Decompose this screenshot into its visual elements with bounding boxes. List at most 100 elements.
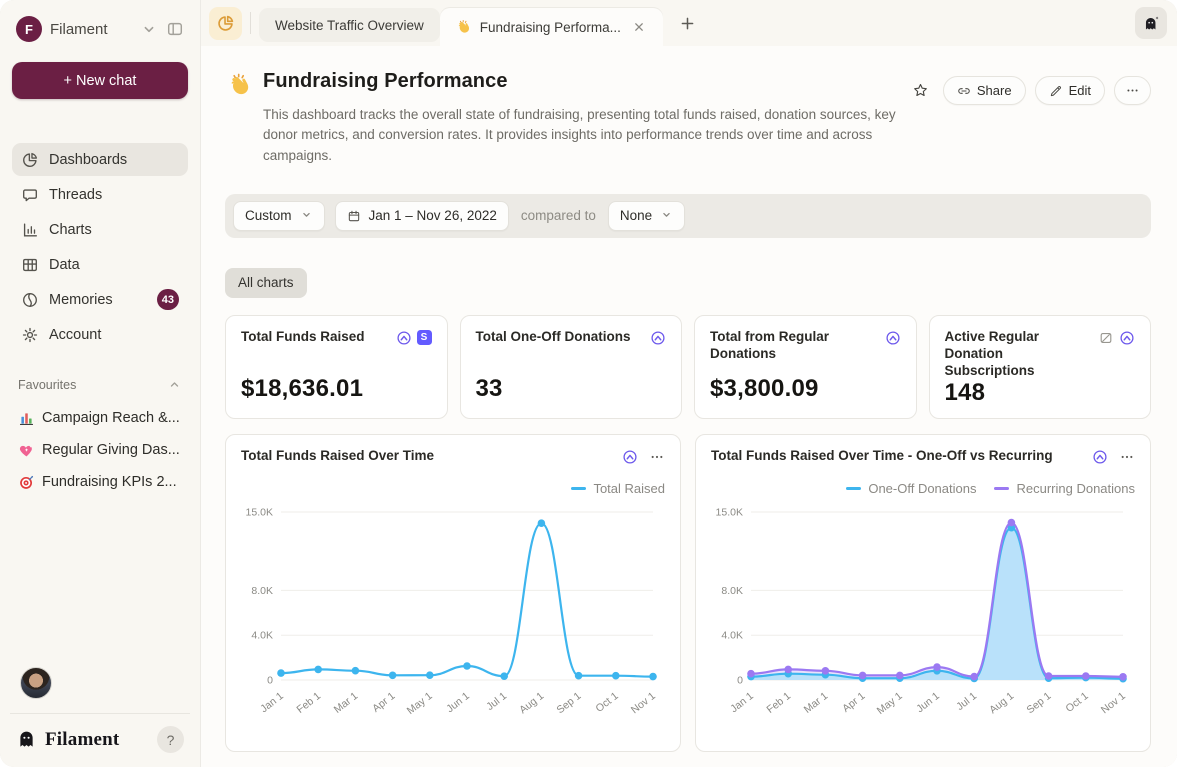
legend-label: Recurring Donations [1016,481,1135,496]
svg-text:May 1: May 1 [405,690,435,717]
kpi-card-head: Total One-Off Donations [476,329,667,346]
favourite-item-1[interactable]: Regular Giving Das... [12,436,188,464]
chart-title: Total Funds Raised Over Time - One-Off v… [711,448,1086,465]
sidebar-divider [10,713,190,714]
memories-count-badge: 43 [157,289,179,310]
edit-button[interactable]: Edit [1035,76,1105,105]
help-button[interactable]: ? [157,726,184,753]
clap-emoji-icon [227,72,253,98]
kpi-value: 33 [476,375,667,405]
all-charts-filter-chip[interactable]: All charts [225,268,307,298]
workspace-switcher[interactable]: F Filament [12,16,188,42]
kpi-card-3[interactable]: Active Regular Donation Subscriptions148 [929,315,1152,419]
brand-footer: Filament ? [12,726,188,753]
chevron-up-icon[interactable] [167,377,182,392]
svg-text:Sep 1: Sep 1 [1024,690,1053,716]
favourite-item-label: Regular Giving Das... [42,442,180,458]
dashboards-home-button[interactable] [209,7,242,40]
sidebar-toggle-icon[interactable] [166,20,184,38]
svg-text:Aug 1: Aug 1 [987,690,1016,716]
chart-more-button[interactable] [1119,449,1135,465]
sidebar-item-data[interactable]: Data [12,248,188,281]
new-chat-button[interactable]: + New chat [12,62,188,99]
svg-text:Sep 1: Sep 1 [554,690,583,716]
kpi-card-head: Total from Regular Donations [710,329,901,363]
svg-text:Nov 1: Nov 1 [629,690,658,716]
kpi-title: Total One-Off Donations [476,329,645,346]
new-tab-button[interactable] [673,8,703,38]
range-type-value: Custom [245,208,292,223]
chart-card-head: Total Funds Raised Over Time [241,448,665,465]
more-options-button[interactable] [1114,76,1151,105]
star-favourite-button[interactable] [908,78,934,104]
date-range-picker[interactable]: Jan 1 – Nov 26, 2022 [335,201,509,231]
chart-card-actions [622,449,665,465]
svg-text:8.0K: 8.0K [721,585,743,597]
ghost-logo-icon [16,729,37,750]
calendar-icon [347,209,361,223]
svg-text:Apr 1: Apr 1 [370,690,397,715]
source-circle-icon [1119,330,1135,346]
area-chart-canvas: 04.0K8.0K15.0KJan 1Feb 1Mar 1Apr 1May 1J… [711,500,1135,732]
sidebar-item-label: Dashboards [49,152,179,168]
clap-emoji-icon [456,19,472,35]
tab-label: Website Traffic Overview [275,18,424,33]
sidebar-item-label: Memories [49,292,147,308]
tab-bar: Website Traffic Overview Fundraising Perf… [201,0,1177,46]
dashboard-content: Fundraising Performance This dashboard t… [201,46,1177,767]
kpi-card-2[interactable]: Total from Regular Donations $3,800.09 [694,315,917,419]
tab-1[interactable]: Fundraising Performa... [440,8,663,46]
sidebar-item-dashboards[interactable]: Dashboards [12,143,188,176]
favourite-item-2[interactable]: Fundraising KPIs 2... [12,468,188,496]
kpi-card-0[interactable]: Total Funds RaisedS $18,636.01 [225,315,448,419]
chat-icon [21,186,39,204]
tab-label: Fundraising Performa... [480,20,621,35]
chart-card-1: Total Funds Raised Over Time - One-Off v… [695,434,1151,752]
sidebar-item-label: Account [49,327,179,343]
assistant-ghost-button[interactable] [1135,7,1167,39]
chart-legend: Total Raised [241,481,665,496]
svg-text:Jun 1: Jun 1 [914,690,942,715]
source-circle-icon [650,330,666,346]
kpi-title: Total from Regular Donations [710,329,879,363]
kpi-card-1[interactable]: Total One-Off Donations 33 [460,315,683,419]
svg-text:4.0K: 4.0K [251,629,273,641]
svg-text:Jul 1: Jul 1 [954,690,979,713]
kpi-card-row: Total Funds RaisedS $18,636.01 Total One-O… [225,315,1151,419]
compare-select[interactable]: None [608,201,685,231]
chevron-down-icon[interactable] [140,20,158,38]
chevron-down-icon [660,208,673,224]
pie-icon [21,151,39,169]
range-type-select[interactable]: Custom [233,201,325,231]
sidebar-item-account[interactable]: Account [12,318,188,351]
chart-more-button[interactable] [649,449,665,465]
legend-swatch [571,487,586,490]
sidebar-item-threads[interactable]: Threads [12,178,188,211]
share-button[interactable]: Share [943,76,1026,105]
app-window: F Filament + New chat DashboardsThreadsC… [0,0,1177,767]
kpi-value: $3,800.09 [710,375,901,405]
tab-0[interactable]: Website Traffic Overview [259,8,440,42]
bars-icon [21,221,39,239]
favourite-item-label: Fundraising KPIs 2... [42,474,177,490]
favourite-item-0[interactable]: Campaign Reach &... [12,404,188,432]
sidebar: F Filament + New chat DashboardsThreadsC… [0,0,201,767]
favourites-list: Campaign Reach &... Regular Giving Das...… [12,404,188,496]
edit-button-label: Edit [1069,83,1091,98]
favourites-header[interactable]: Favourites [12,377,188,392]
date-range-value: Jan 1 – Nov 26, 2022 [369,208,497,223]
legend-swatch [994,487,1009,490]
tab-close-icon[interactable] [631,19,647,35]
user-avatar[interactable] [20,667,52,699]
page-description: This dashboard tracks the overall state … [263,105,908,166]
kpi-card-head: Total Funds RaisedS [241,329,432,346]
kpi-value: 148 [945,379,1136,409]
sidebar-item-charts[interactable]: Charts [12,213,188,246]
svg-text:15.0K: 15.0K [716,506,743,518]
kpi-title: Active Regular Donation Subscriptions [945,329,1093,380]
sidebar-item-memories[interactable]: Memories 43 [12,283,188,316]
sidebar-item-label: Data [49,257,179,273]
source-circle-icon [622,449,638,465]
kpi-value: $18,636.01 [241,375,432,405]
chart-title: Total Funds Raised Over Time [241,448,616,465]
